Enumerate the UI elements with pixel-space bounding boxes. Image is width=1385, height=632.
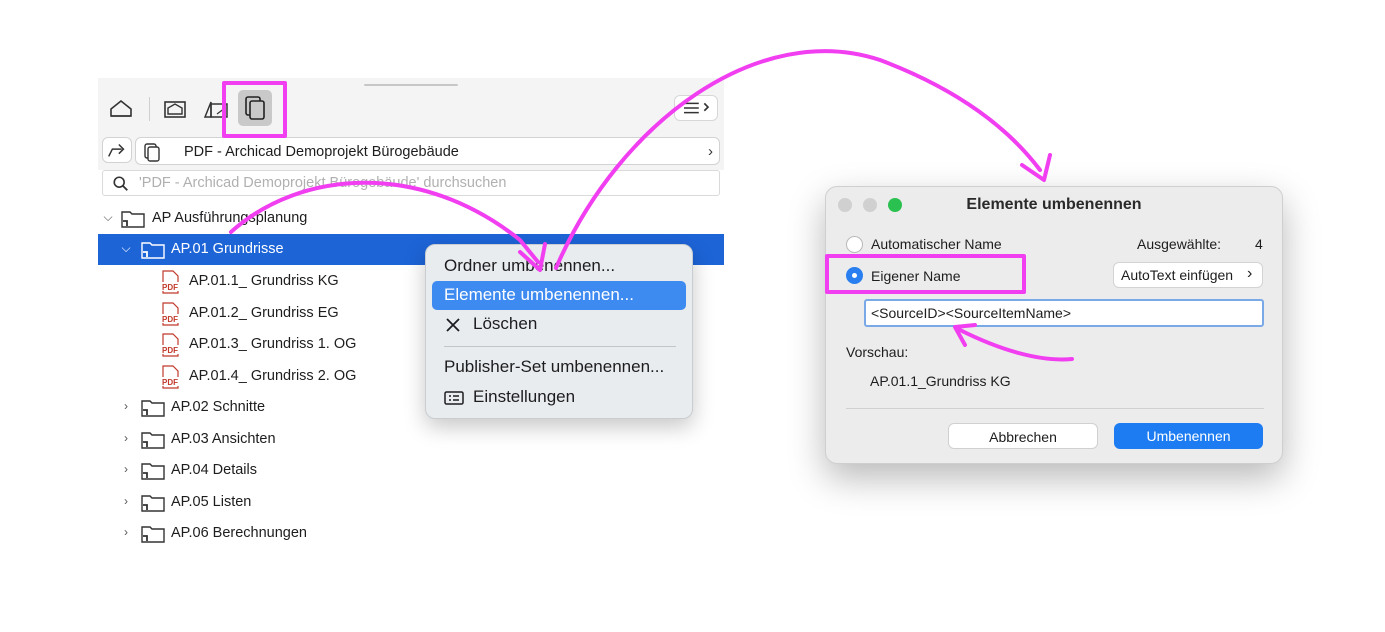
- tree-root-label: AP Ausführungsplanung: [152, 210, 308, 226]
- rename-button-label: Umbenennen: [1146, 428, 1231, 444]
- menu-item-label: Publisher-Set umbenennen...: [444, 357, 665, 376]
- menu-item-rename-elements[interactable]: Elemente umbenennen...: [432, 281, 686, 310]
- layout-book-icon[interactable]: [201, 94, 231, 124]
- tree-item-label: AP.01.2_ Grundriss EG: [189, 305, 339, 321]
- tree-folder-label: AP.01 Grundrisse: [171, 241, 284, 257]
- folder-shortcut-icon: [121, 211, 145, 228]
- chevron-right-icon: ›: [1247, 265, 1253, 282]
- selected-count-label: Ausgewählte:: [1137, 236, 1222, 252]
- path-selector[interactable]: PDF - Archicad Demoprojekt Bürogebäude ›: [135, 137, 720, 165]
- navigator-menu-button[interactable]: [674, 95, 718, 121]
- tree-folder-row[interactable]: › AP.04 Details: [98, 455, 724, 486]
- cancel-button-label: Abbrechen: [989, 429, 1057, 445]
- view-map-icon[interactable]: [160, 94, 190, 124]
- dialog-title: Elemente umbenennen: [966, 196, 1142, 213]
- tree-folder-row[interactable]: › AP.03 Ansichten: [98, 424, 724, 455]
- chevron-right-icon[interactable]: ›: [119, 525, 133, 539]
- chevron-right-icon[interactable]: ›: [119, 399, 133, 413]
- tree-folder-row[interactable]: › AP.06 Berechnungen: [98, 518, 724, 549]
- svg-text:PDF: PDF: [162, 283, 178, 292]
- navigator-toolbar: [98, 78, 724, 134]
- radio-automatic-label: Automatischer Name: [871, 236, 1002, 252]
- svg-text:PDF: PDF: [162, 378, 178, 387]
- up-arrow-icon: [108, 143, 125, 157]
- folder-shortcut-icon: [141, 526, 165, 543]
- preview-label: Vorschau:: [846, 344, 909, 360]
- menu-item-label: Elemente umbenennen...: [444, 285, 634, 304]
- svg-text:PDF: PDF: [162, 346, 178, 355]
- menu-item-label: Löschen: [473, 314, 538, 333]
- panel-drag-handle[interactable]: [364, 84, 458, 86]
- search-icon: [113, 176, 128, 191]
- rename-dialog: Elemente umbenennen Automatischer Name A…: [825, 186, 1283, 464]
- menu-item-delete[interactable]: Löschen: [432, 310, 686, 339]
- folder-shortcut-icon: [141, 432, 165, 449]
- chevron-right-icon[interactable]: ›: [119, 431, 133, 445]
- chevron-down-icon[interactable]: ⌵: [101, 210, 115, 225]
- tree-folder-label: AP.06 Berechnungen: [171, 525, 307, 541]
- autotext-button-label: AutoText einfügen: [1121, 267, 1234, 283]
- pdf-file-icon: PDF: [161, 365, 179, 389]
- dialog-divider: [846, 408, 1264, 409]
- menu-item-label: Einstellungen: [473, 387, 576, 406]
- go-up-button[interactable]: [102, 137, 132, 163]
- tree-item-label: AP.01.3_ Grundriss 1. OG: [189, 336, 357, 352]
- annotation-arrowhead: [1020, 153, 1052, 182]
- menu-item-settings[interactable]: Einstellungen: [432, 383, 686, 412]
- chevron-down-icon[interactable]: ⌵: [119, 241, 133, 256]
- radio-automatic-name[interactable]: [846, 236, 863, 253]
- menu-separator: [444, 346, 676, 347]
- chevron-right-icon[interactable]: ›: [119, 462, 133, 476]
- tree-folder-label: AP.04 Details: [171, 462, 257, 478]
- folder-shortcut-icon: [141, 400, 165, 417]
- tree-item-label: AP.01.1_ Grundriss KG: [189, 273, 339, 289]
- menu-item-label: Ordner umbenennen...: [444, 256, 616, 275]
- path-bar: PDF - Archicad Demoprojekt Bürogebäude ›: [98, 134, 724, 170]
- selected-count-value: 4: [1255, 236, 1263, 252]
- cancel-button[interactable]: Abbrechen: [948, 423, 1098, 449]
- project-map-icon[interactable]: [106, 94, 136, 124]
- tree-folder-label: AP.05 Listen: [171, 494, 252, 510]
- radio-custom-name[interactable]: [846, 267, 863, 284]
- publisher-sets-icon[interactable]: [238, 90, 272, 126]
- search-field[interactable]: 'PDF - Archicad Demoprojekt Bürogebäude'…: [102, 170, 720, 196]
- tree-root-row[interactable]: ⌵ AP Ausführungsplanung: [98, 203, 724, 234]
- radio-custom-label: Eigener Name: [871, 268, 961, 284]
- name-pattern-value: <SourceID><SourceItemName>: [871, 305, 1071, 321]
- tree-folder-row[interactable]: › AP.05 Listen: [98, 487, 724, 518]
- publisher-set-icon: [144, 143, 160, 162]
- pdf-file-icon: PDF: [161, 302, 179, 326]
- rename-button[interactable]: Umbenennen: [1114, 423, 1263, 449]
- menu-item-rename-publisher-set[interactable]: Publisher-Set umbenennen...: [432, 353, 686, 382]
- folder-shortcut-icon: [141, 495, 165, 512]
- svg-text:PDF: PDF: [162, 315, 178, 324]
- folder-shortcut-icon: [141, 463, 165, 480]
- chevron-right-icon[interactable]: ›: [119, 494, 133, 508]
- settings-card-icon: [444, 391, 464, 405]
- tree-folder-label: AP.02 Schnitte: [171, 399, 266, 415]
- name-pattern-input[interactable]: <SourceID><SourceItemName>: [864, 299, 1264, 327]
- autotext-insert-button[interactable]: AutoText einfügen ›: [1113, 262, 1263, 288]
- search-placeholder: 'PDF - Archicad Demoprojekt Bürogebäude'…: [139, 175, 507, 191]
- menu-item-rename-folder[interactable]: Ordner umbenennen...: [432, 252, 686, 281]
- close-x-icon: [446, 318, 460, 332]
- context-menu: Ordner umbenennen... Elemente umbenennen…: [425, 244, 693, 419]
- pdf-file-icon: PDF: [161, 270, 179, 294]
- pdf-file-icon: PDF: [161, 333, 179, 357]
- chevron-right-icon: ›: [708, 143, 713, 160]
- path-label: PDF - Archicad Demoprojekt Bürogebäude: [184, 144, 459, 160]
- folder-shortcut-icon: [141, 242, 165, 259]
- tree-folder-label: AP.03 Ansichten: [171, 431, 276, 447]
- tree-item-label: AP.01.4_ Grundriss 2. OG: [189, 368, 357, 384]
- menu-icon: [684, 102, 710, 114]
- preview-value: AP.01.1_Grundriss KG: [870, 373, 1011, 389]
- toolbar-divider: [149, 97, 150, 121]
